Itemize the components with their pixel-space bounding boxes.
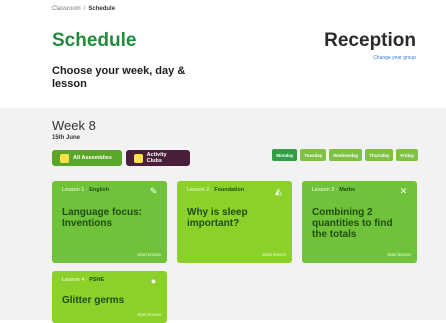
lesson-card-1[interactable]: Lesson 1 - English ✎ Language focus: Inv… bbox=[52, 181, 167, 263]
all-assemblies-label: All Assemblies bbox=[73, 155, 112, 161]
lesson-card-3[interactable]: Lesson 3 - Maths ✕ Combining 2 quantitie… bbox=[302, 181, 417, 263]
change-year-group-link[interactable]: Change year group bbox=[373, 55, 416, 61]
lesson-card-4[interactable]: Lesson 4 - PSHE ● Glitter germs Start le… bbox=[52, 271, 167, 323]
year-group-title: Reception bbox=[324, 30, 416, 51]
start-lesson-link[interactable]: Start lesson bbox=[137, 312, 161, 317]
breadcrumb: Classroom / Schedule bbox=[52, 6, 116, 12]
lamp-icon: ◭ bbox=[275, 185, 282, 196]
lesson-title: Glitter germs bbox=[62, 295, 125, 306]
start-lesson-link[interactable]: Start lesson bbox=[262, 252, 286, 257]
page-title: Schedule bbox=[52, 30, 137, 51]
activity-clubs-button[interactable]: Activity Clubs bbox=[126, 150, 190, 166]
breadcrumb-parent[interactable]: Classroom bbox=[52, 6, 81, 12]
week-date: 15th June bbox=[52, 135, 81, 141]
start-lesson-link[interactable]: Start lesson bbox=[137, 252, 161, 257]
lesson-label: Lesson 2 - Foundation bbox=[187, 187, 245, 193]
page-subtitle: Choose your week, day & lesson bbox=[52, 65, 186, 90]
start-lesson-link[interactable]: Start lesson bbox=[387, 252, 411, 257]
pencil-icon: ✎ bbox=[149, 185, 158, 196]
lesson-card-2[interactable]: Lesson 2 - Foundation ◭ Why is sleep imp… bbox=[177, 181, 292, 263]
lesson-label: Lesson 3 - Maths bbox=[312, 187, 356, 193]
assembly-icon bbox=[60, 153, 69, 163]
day-selector: Monday Tuesday Wednesday Thursday Friday bbox=[272, 149, 418, 161]
day-tab-monday[interactable]: Monday bbox=[272, 149, 298, 161]
lesson-title: Combining 2 quantities to find the total… bbox=[312, 207, 393, 240]
activity-clubs-label: Activity Clubs bbox=[146, 152, 167, 164]
compass-icon: ✕ bbox=[399, 185, 408, 196]
week-title: Week 8 bbox=[52, 118, 96, 133]
lesson-label: Lesson 1 - English bbox=[62, 187, 110, 193]
day-tab-tuesday[interactable]: Tuesday bbox=[300, 149, 327, 161]
lesson-title: Why is sleep important? bbox=[187, 207, 248, 229]
header-panel bbox=[0, 0, 446, 108]
breadcrumb-current: Schedule bbox=[88, 6, 116, 12]
activity-club-icon bbox=[134, 153, 143, 163]
bulb-icon: ● bbox=[150, 276, 157, 286]
day-tab-friday[interactable]: Friday bbox=[396, 149, 418, 161]
day-tab-wednesday[interactable]: Wednesday bbox=[329, 149, 363, 161]
day-tab-thursday[interactable]: Thursday bbox=[365, 149, 394, 161]
lesson-label: Lesson 4 - PSHE bbox=[62, 277, 105, 283]
lesson-title: Language focus: Inventions bbox=[62, 207, 143, 229]
all-assemblies-button[interactable]: All Assemblies bbox=[52, 150, 122, 166]
